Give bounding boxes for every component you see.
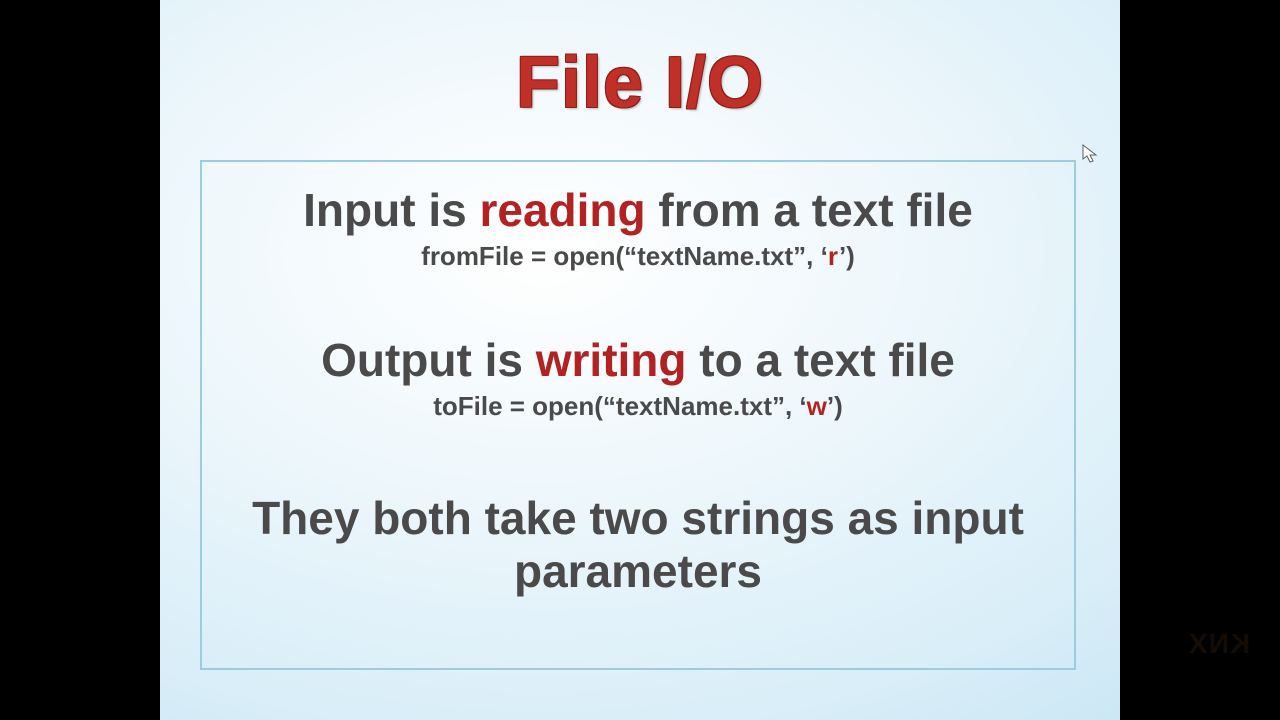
output-section: Output is writing to a text file toFile …: [202, 334, 1074, 422]
output-code: toFile = open(“textName.txt”, ‘w’): [202, 391, 1074, 422]
input-post: from a text file: [646, 184, 973, 236]
watermark: KNX: [1188, 628, 1250, 660]
input-pre: Input is: [303, 184, 479, 236]
output-code-pre: toFile = open(“textName.txt”, ‘: [433, 391, 806, 421]
input-highlight: reading: [479, 184, 645, 236]
output-headline: Output is writing to a text file: [202, 334, 1074, 387]
content-box: Input is reading from a text file fromFi…: [200, 160, 1076, 670]
output-pre: Output is: [321, 334, 536, 386]
output-highlight: writing: [536, 334, 687, 386]
input-code: fromFile = open(“textName.txt”, ‘r’): [202, 241, 1074, 272]
input-code-hi: r: [828, 241, 839, 271]
input-code-pre: fromFile = open(“textName.txt”, ‘: [421, 241, 828, 271]
footer-section: They both take two strings as input para…: [202, 492, 1074, 598]
slide: File I/O Input is reading from a text fi…: [160, 0, 1120, 720]
footer-text: They both take two strings as input para…: [202, 492, 1074, 598]
output-code-post: ’): [827, 391, 843, 421]
input-headline: Input is reading from a text file: [202, 184, 1074, 237]
output-post: to a text file: [687, 334, 955, 386]
input-code-post: ’): [839, 241, 855, 271]
slide-title: File I/O: [160, 42, 1120, 124]
output-code-hi: w: [807, 391, 827, 421]
input-section: Input is reading from a text file fromFi…: [202, 184, 1074, 272]
